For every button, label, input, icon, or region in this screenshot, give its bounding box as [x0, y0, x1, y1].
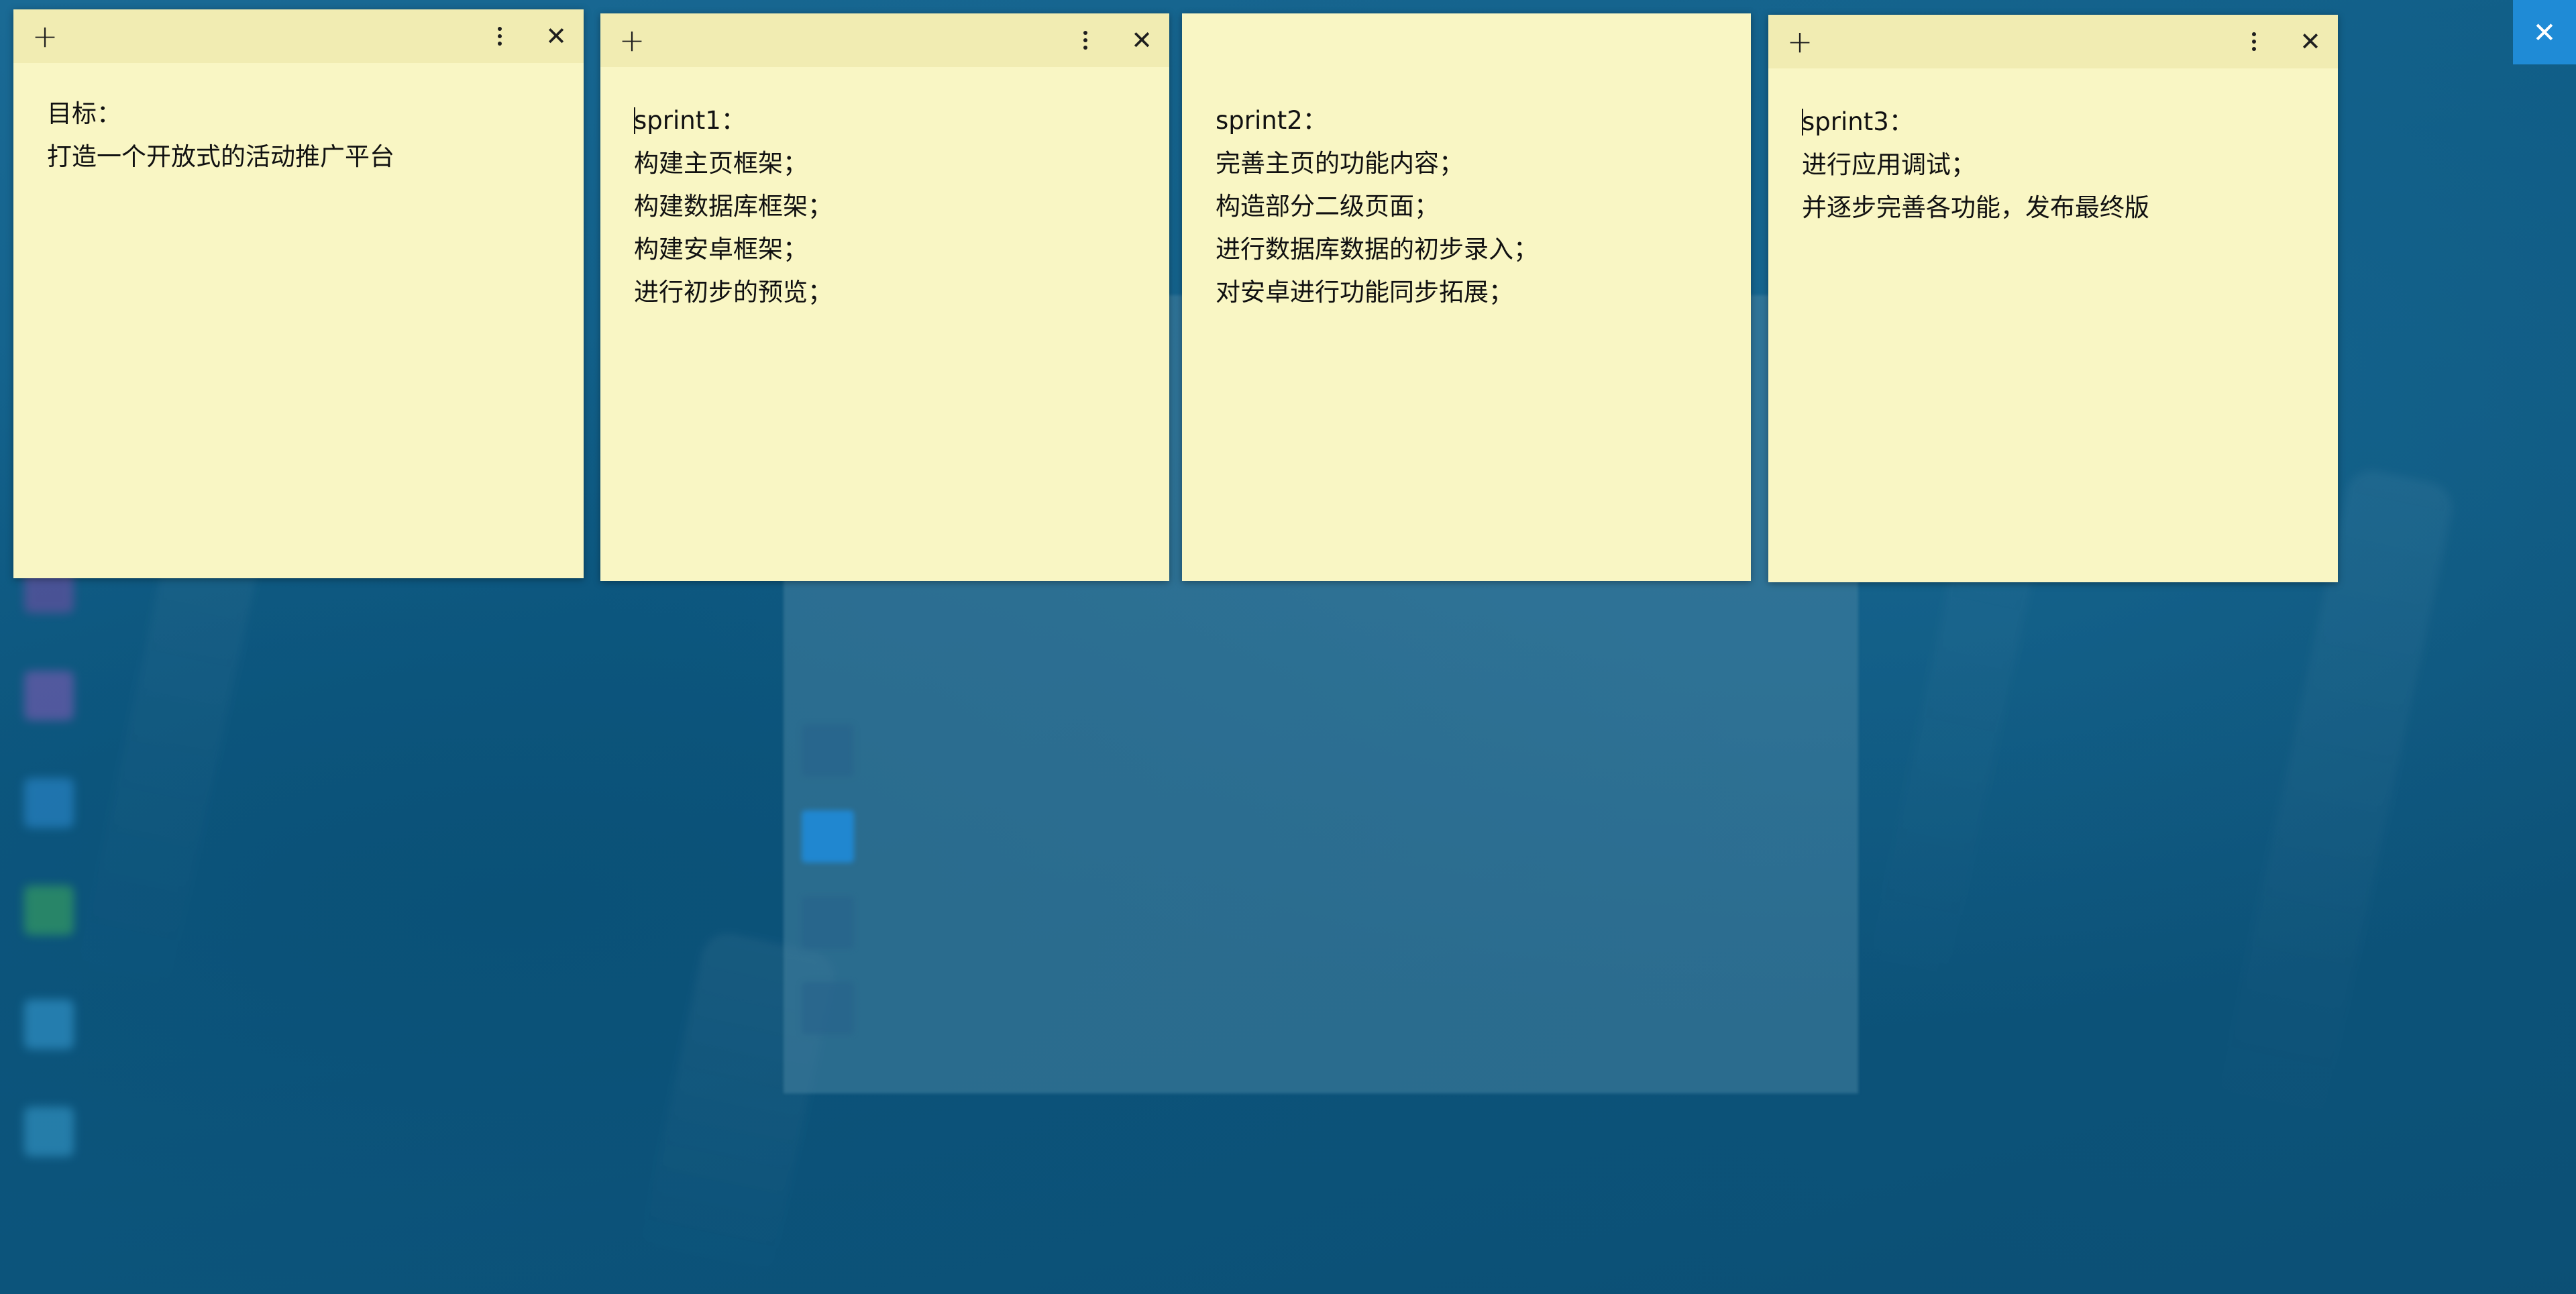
note-line: 进行应用调试；: [1802, 150, 1976, 179]
note-line: 对安卓进行功能同步拓展；: [1216, 278, 1513, 307]
note-line: 构建主页框架；: [634, 149, 808, 178]
note-header[interactable]: + ✕: [1768, 15, 2338, 68]
note-line: 进行数据库数据的初步录入；: [1216, 235, 1538, 264]
note-menu-button[interactable]: [2231, 15, 2277, 68]
close-note-button[interactable]: ✕: [533, 9, 580, 63]
note-line: 并逐步完善各功能，发布最终版: [1802, 193, 2149, 222]
desktop-icon[interactable]: [24, 1000, 74, 1049]
desktop-icon[interactable]: [24, 671, 74, 720]
close-icon: ✕: [2532, 15, 2557, 49]
note-line: 构造部分二级页面；: [1216, 192, 1439, 221]
note-line: 构建安卓框架；: [634, 235, 808, 264]
more-vertical-icon: [2252, 32, 2256, 51]
desktop-icon[interactable]: [24, 885, 74, 935]
note-line: sprint3：: [1802, 107, 1914, 136]
add-note-button[interactable]: +: [1776, 15, 1823, 68]
close-note-button[interactable]: ✕: [1118, 13, 1165, 67]
note-line: 构建数据库框架；: [634, 192, 833, 221]
note-line: sprint2：: [1216, 106, 1328, 135]
background-row: [802, 810, 1110, 864]
sticky-note-4[interactable]: + ✕ sprint3： 进行应用调试； 并逐步完善各功能，发布最终版: [1768, 15, 2338, 582]
background-app-icon: [802, 896, 854, 949]
background-app-icon: [802, 724, 854, 777]
sticky-note-1[interactable]: + ✕ 目标： 打造一个开放式的活动推广平台: [13, 9, 584, 578]
background-app-icon: [802, 810, 854, 863]
note-header[interactable]: + ✕: [13, 9, 584, 63]
add-note-button[interactable]: +: [21, 9, 68, 63]
close-note-button[interactable]: ✕: [2287, 15, 2334, 68]
note-text-area[interactable]: sprint1： 构建主页框架； 构建数据库框架； 构建安卓框架； 进行初步的预…: [634, 99, 1149, 314]
background-row: [802, 724, 1110, 778]
desktop-icon[interactable]: [24, 1107, 74, 1156]
note-text-area[interactable]: sprint3： 进行应用调试； 并逐步完善各功能，发布最终版: [1802, 101, 2318, 229]
note-text-area[interactable]: sprint2： 完善主页的功能内容； 构造部分二级页面； 进行数据库数据的初步…: [1216, 99, 1731, 314]
background-row: [802, 896, 1110, 950]
note-line: 目标：: [47, 99, 121, 128]
more-vertical-icon: [498, 27, 502, 46]
more-vertical-icon: [1083, 31, 1087, 50]
note-menu-button[interactable]: [476, 9, 523, 63]
note-line: 打造一个开放式的活动推广平台: [47, 142, 394, 171]
note-header[interactable]: + ✕: [600, 13, 1169, 67]
note-line: 完善主页的功能内容；: [1216, 149, 1464, 178]
sticky-note-2[interactable]: + ✕ sprint1： 构建主页框架； 构建数据库框架； 构建安卓框架； 进行…: [600, 13, 1169, 581]
background-app-icon: [802, 982, 854, 1034]
note-text-area[interactable]: 目标： 打造一个开放式的活动推广平台: [47, 93, 564, 178]
sticky-note-3[interactable]: sprint2： 完善主页的功能内容； 构造部分二级页面； 进行数据库数据的初步…: [1182, 13, 1751, 581]
background-row: [802, 982, 1110, 1036]
add-note-button[interactable]: +: [608, 13, 655, 67]
window-close-button[interactable]: ✕: [2513, 0, 2576, 64]
note-menu-button[interactable]: [1062, 13, 1109, 67]
desktop-icon[interactable]: [24, 778, 74, 828]
note-line: sprint1：: [634, 106, 746, 135]
note-line: 进行初步的预览；: [634, 278, 833, 307]
